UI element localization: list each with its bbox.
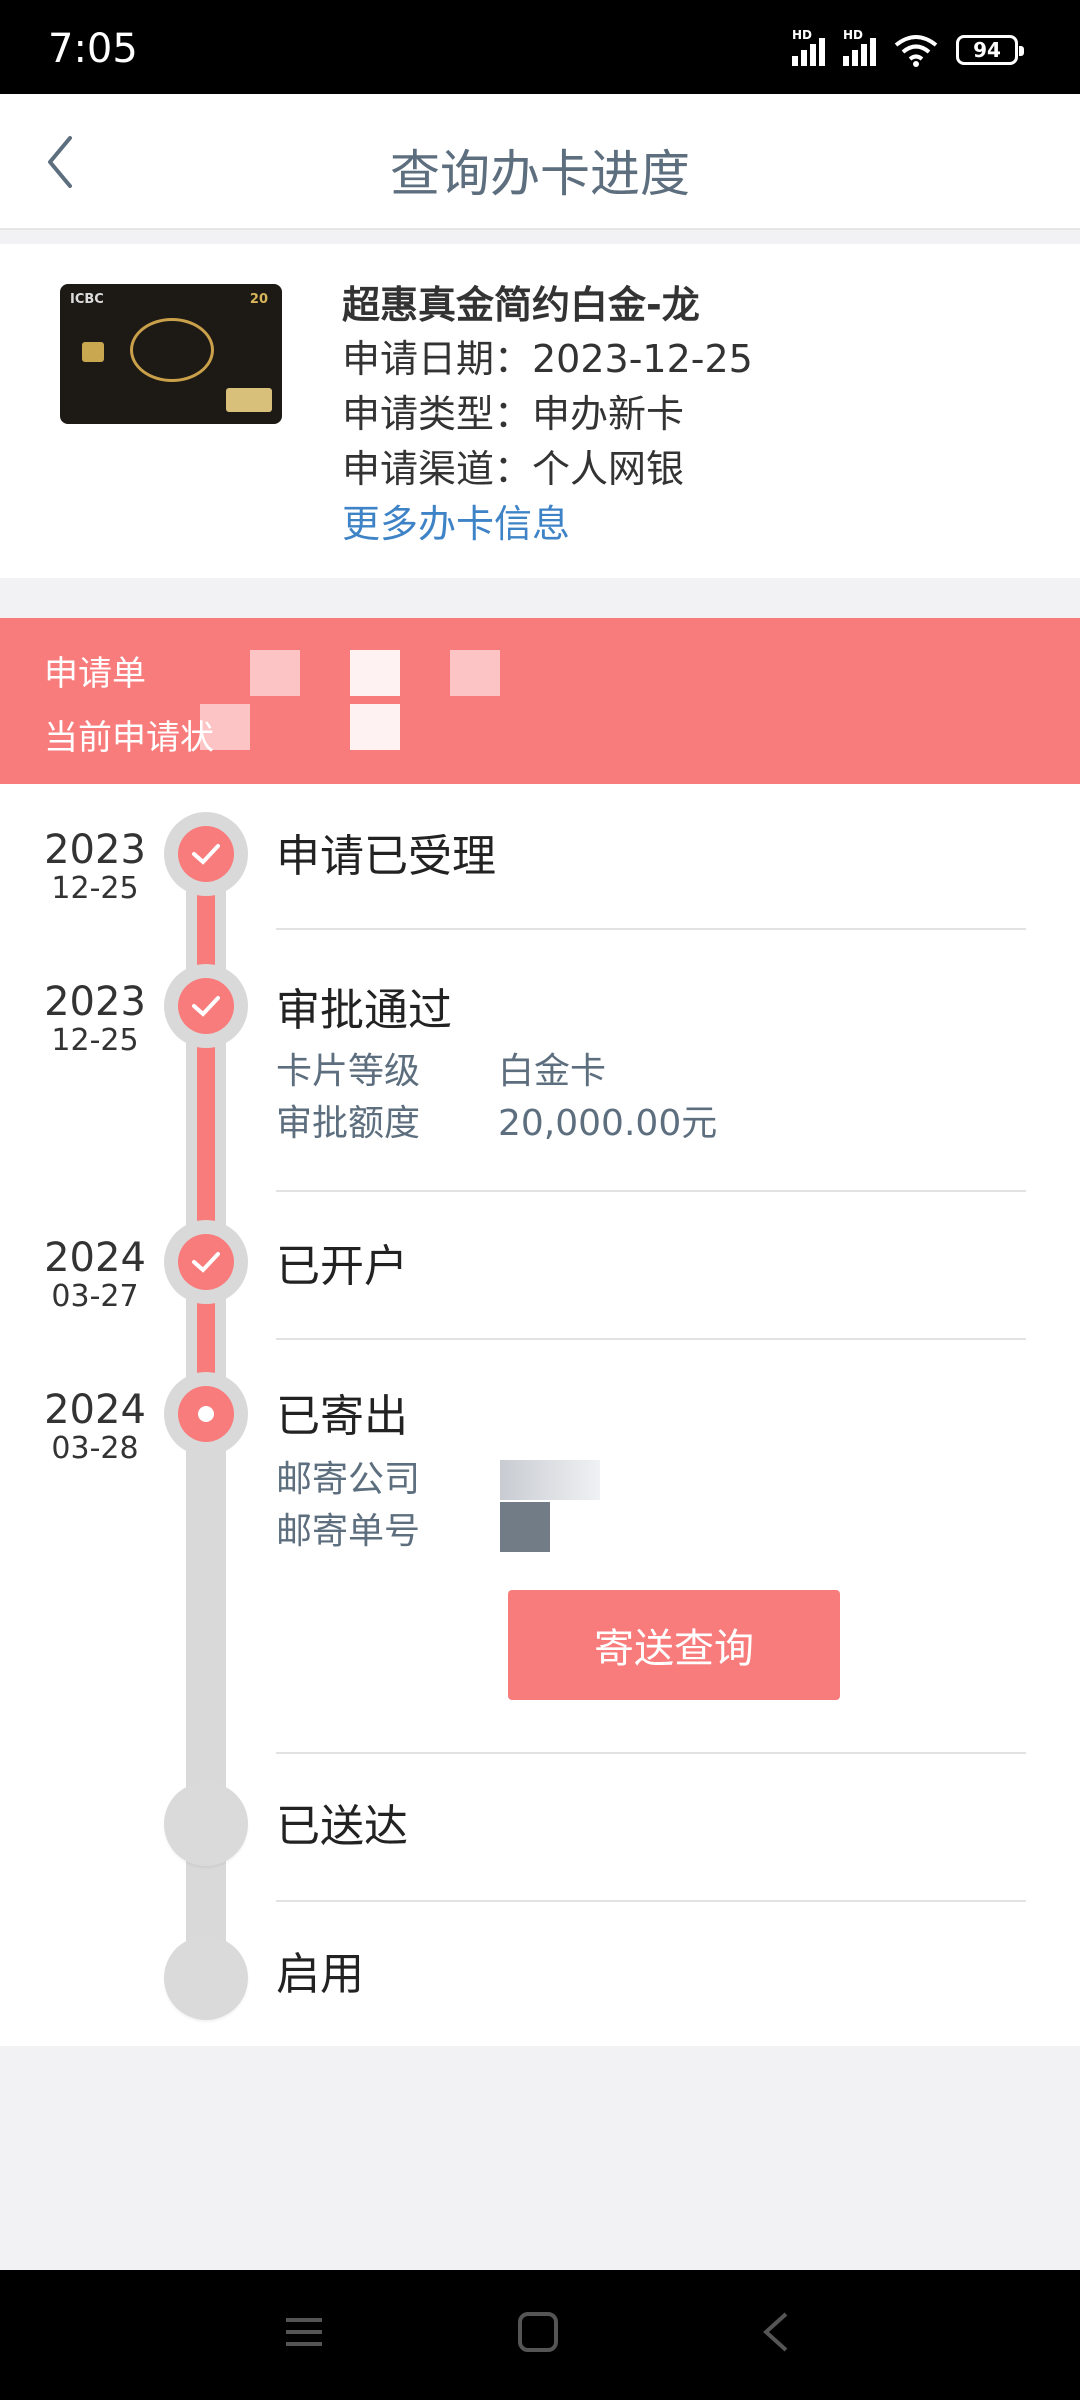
app-header: 查询办卡进度 xyxy=(0,94,1080,230)
step-title: 启用 xyxy=(276,1949,364,2000)
back-icon[interactable] xyxy=(756,2310,800,2354)
signal-icon: HD xyxy=(843,28,876,66)
redaction xyxy=(500,1502,550,1552)
step-year: 2023 xyxy=(44,827,146,873)
card-details: 超惠真金简约白金-龙 申请日期：2023-12-25 申请类型：申办新卡 申请渠… xyxy=(342,274,753,548)
more-card-info-link[interactable]: 更多办卡信息 xyxy=(342,493,753,548)
step-title: 申请已受理 xyxy=(276,831,496,882)
redaction xyxy=(450,650,500,696)
status-icons: HD HD 94 xyxy=(792,28,1024,70)
redaction xyxy=(350,704,400,750)
card-name: 超惠真金简约白金-龙 xyxy=(342,283,700,327)
apply-date: 申请日期：2023-12-25 xyxy=(342,337,753,381)
credit-card-image: ICBC 20 xyxy=(60,284,282,424)
current-status-label: 当前申请状 xyxy=(44,718,214,758)
divider xyxy=(276,1338,1026,1340)
signal-icon: HD xyxy=(792,28,825,66)
battery-icon: 94 xyxy=(956,35,1024,65)
wifi-icon xyxy=(894,35,938,67)
step-node-done xyxy=(164,812,248,896)
status-bar: 7:05 HD HD 94 xyxy=(0,0,1080,94)
battery-level: 94 xyxy=(973,38,1001,62)
detail-row: 卡片等级 白金卡 xyxy=(276,1042,606,1094)
step-node-current xyxy=(164,1372,248,1456)
step-month-day: 12-25 xyxy=(51,871,139,906)
detail-row: 审批额度 20,000.00元 xyxy=(276,1094,717,1146)
page-title: 查询办卡进度 xyxy=(390,145,690,203)
detail-value: 白金卡 xyxy=(498,1051,607,1092)
step-month-day: 12-25 xyxy=(51,1023,139,1058)
divider xyxy=(276,928,1026,930)
apply-channel: 申请渠道：个人网银 xyxy=(342,447,685,491)
menu-icon[interactable] xyxy=(282,2310,326,2354)
step-title: 已送达 xyxy=(276,1801,408,1852)
detail-row: 邮寄单号 xyxy=(276,1502,498,1554)
system-nav-bar xyxy=(0,2270,1080,2400)
divider xyxy=(276,1752,1026,1754)
check-icon xyxy=(192,844,220,865)
divider xyxy=(276,1190,1026,1192)
card-brand-label: ICBC xyxy=(70,292,104,307)
hd-label: HD xyxy=(792,28,813,42)
step-node-done xyxy=(164,964,248,1048)
redaction xyxy=(350,650,400,696)
divider xyxy=(276,1900,1026,1902)
shipping-query-button[interactable]: 寄送查询 xyxy=(508,1590,840,1700)
dragon-emblem-icon xyxy=(130,318,214,382)
step-node-done xyxy=(164,1220,248,1304)
step-title: 已寄出 xyxy=(276,1391,408,1442)
home-icon[interactable] xyxy=(516,2310,560,2354)
card-chip-icon xyxy=(82,342,104,362)
step-year: 2024 xyxy=(44,1387,146,1433)
step-date: 2024 03-28 xyxy=(40,1388,150,1466)
step-date: 2023 12-25 xyxy=(40,980,150,1058)
step-date: 2024 03-27 xyxy=(40,1236,150,1314)
step-node-pending xyxy=(164,1936,248,2020)
detail-key: 邮寄单号 xyxy=(276,1511,421,1552)
current-dot-icon xyxy=(198,1406,214,1422)
apply-type: 申请类型：申办新卡 xyxy=(342,392,685,436)
step-title: 审批通过 xyxy=(276,985,452,1036)
progress-timeline: 2023 12-25 申请已受理 2023 12-25 审批通过 卡片等级 白金… xyxy=(0,784,1080,2046)
step-year: 2024 xyxy=(44,1235,146,1281)
step-year: 2023 xyxy=(44,979,146,1025)
status-time: 7:05 xyxy=(48,26,138,72)
detail-value: 20,000.00元 xyxy=(498,1103,718,1144)
redaction xyxy=(200,704,250,750)
step-month-day: 03-27 xyxy=(51,1279,139,1314)
hd-label: HD xyxy=(843,28,864,42)
card-number-mark: 20 xyxy=(249,292,268,307)
redaction xyxy=(500,1460,600,1500)
redaction xyxy=(250,650,300,696)
step-date: 2023 12-25 xyxy=(40,828,150,906)
detail-key: 卡片等级 xyxy=(276,1051,421,1092)
step-title: 已开户 xyxy=(276,1241,408,1292)
timeline-progress xyxy=(197,844,215,1406)
card-network-logo xyxy=(226,388,272,412)
detail-key: 邮寄公司 xyxy=(276,1459,421,1500)
detail-row: 邮寄公司 xyxy=(276,1450,498,1502)
check-icon xyxy=(192,1252,220,1273)
step-month-day: 03-28 xyxy=(51,1431,139,1466)
card-info-panel: ICBC 20 超惠真金简约白金-龙 申请日期：2023-12-25 申请类型：… xyxy=(0,244,1080,578)
detail-key: 审批额度 xyxy=(276,1103,421,1144)
application-number-label: 申请单 xyxy=(44,654,146,694)
check-icon xyxy=(192,996,220,1017)
step-node-pending xyxy=(164,1782,248,1866)
application-status-band: 申请单 当前申请状 xyxy=(0,618,1080,784)
